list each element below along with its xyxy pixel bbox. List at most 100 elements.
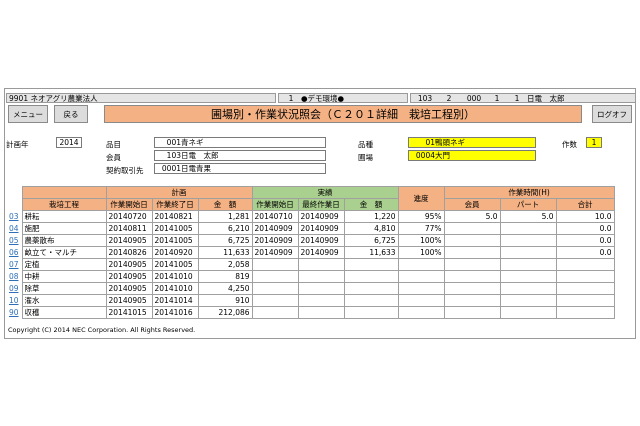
session-code-1: 103 <box>417 93 433 103</box>
member-field[interactable]: 103 日電 太郎 <box>154 150 326 161</box>
session-code-5: 1 <box>514 93 520 103</box>
actual-last-cell: 20140909 <box>297 222 345 235</box>
item-field[interactable]: 001 青ネギ <box>154 137 326 148</box>
process-cell: 収穫 <box>21 306 107 319</box>
member-name: 日電 太郎 <box>181 151 219 160</box>
plan-year-field[interactable]: 2014 <box>56 137 82 148</box>
variety-field[interactable]: 01 鴨頭ネギ <box>408 137 536 148</box>
actual-last-cell <box>297 282 345 295</box>
hours-total-cell <box>555 294 615 307</box>
hours-total-header: 合計 <box>555 198 615 211</box>
plan-end-cell: 20141016 <box>151 306 199 319</box>
hours-member-cell <box>443 306 501 319</box>
contract-field[interactable]: 0001 日電青果 <box>154 163 326 174</box>
item-name: 青ネギ <box>181 138 204 147</box>
actual-amount-cell <box>343 294 399 307</box>
field-label: 圃場 <box>358 153 373 162</box>
hours-part-cell <box>499 246 557 259</box>
environment-name: ●デモ環境● <box>301 93 345 103</box>
hours-total-cell: 0.0 <box>555 234 615 247</box>
process-cell: 定植 <box>21 258 107 271</box>
session-field: 103 2 000 1 1 日電 太郎 <box>410 93 636 103</box>
process-cell: 施肥 <box>21 222 107 235</box>
process-header: 栽培工程 <box>21 198 107 211</box>
plan-amount-header: 金 額 <box>197 198 253 211</box>
plan-start-cell: 20140905 <box>105 294 153 307</box>
member-label: 会員 <box>106 153 121 162</box>
actual-start-cell <box>251 282 299 295</box>
menu-button[interactable]: メニュー <box>8 105 48 123</box>
actual-group-header: 実績 <box>251 186 399 199</box>
plan-start-header: 作業開始日 <box>105 198 153 211</box>
process-number-link[interactable]: 90 <box>6 307 22 319</box>
hours-total-cell: 10.0 <box>555 210 615 223</box>
hours-total-cell <box>555 258 615 271</box>
plan-end-cell: 20140920 <box>151 246 199 259</box>
progress-cell: 100% <box>397 246 445 259</box>
process-number-link[interactable]: 08 <box>6 271 22 283</box>
hours-total-cell <box>555 306 615 319</box>
process-number-link[interactable]: 05 <box>6 235 22 247</box>
process-number-link[interactable]: 10 <box>6 295 22 307</box>
actual-start-cell <box>251 270 299 283</box>
item-code: 001 <box>166 138 181 147</box>
crop-count-label: 作数 <box>562 140 577 149</box>
table-row: 08 中耕 20140905 20141010 819 <box>6 270 615 283</box>
user-name: 日電 太郎 <box>527 93 565 103</box>
plan-end-cell: 20141014 <box>151 294 199 307</box>
actual-amount-cell <box>343 306 399 319</box>
environment-field: 1 ●デモ環境● <box>278 93 408 103</box>
crop-count-field[interactable]: 1 <box>586 137 602 148</box>
process-number-link[interactable]: 06 <box>6 247 22 259</box>
progress-cell <box>397 270 445 283</box>
contract-label: 契約取引先 <box>106 166 144 175</box>
hours-member-cell <box>443 282 501 295</box>
plan-year-label: 計画年 <box>6 140 29 149</box>
variety-label: 品種 <box>358 140 373 149</box>
hours-member-cell: 5.0 <box>443 210 501 223</box>
plan-start-cell: 20140905 <box>105 234 153 247</box>
back-button[interactable]: 戻る <box>54 105 88 123</box>
plan-amount-cell: 11,633 <box>197 246 253 259</box>
field-code: 0004 <box>415 151 435 160</box>
hours-part-cell <box>499 270 557 283</box>
process-number-link[interactable]: 04 <box>6 223 22 235</box>
actual-start-cell: 20140909 <box>251 222 299 235</box>
actual-last-cell: 20140909 <box>297 234 345 247</box>
process-number-link[interactable]: 03 <box>6 211 22 223</box>
table-row: 04 施肥 20140811 20141005 6,210 20140909 2014090… <box>6 222 615 235</box>
contract-name: 日電青果 <box>181 164 211 173</box>
actual-amount-header: 金 額 <box>343 198 399 211</box>
plan-amount-cell: 819 <box>197 270 253 283</box>
progress-cell <box>397 258 445 271</box>
process-cell: 畝立て・マルチ <box>21 246 107 259</box>
process-cell: 除草 <box>21 282 107 295</box>
actual-start-cell <box>251 306 299 319</box>
process-table: 計画 実績 進度 作業時間(H) 栽培工程 作業開始日 作業終了日 金 額 作業… <box>6 186 615 319</box>
actual-last-cell <box>297 294 345 307</box>
hours-total-cell <box>555 270 615 283</box>
company-name: ネオアグリ農業法人 <box>30 93 98 103</box>
field-field[interactable]: 0004 大門 <box>408 150 536 161</box>
hours-member-cell <box>443 246 501 259</box>
actual-last-cell <box>297 270 345 283</box>
logoff-button[interactable]: ログオフ <box>592 105 632 123</box>
hours-member-cell <box>443 258 501 271</box>
plan-start-cell: 20140905 <box>105 282 153 295</box>
hours-member-cell <box>443 294 501 307</box>
plan-end-cell: 20141005 <box>151 222 199 235</box>
hours-part-cell <box>499 258 557 271</box>
hours-part-cell <box>499 234 557 247</box>
column-header-row: 栽培工程 作業開始日 作業終了日 金 額 作業開始日 最終作業日 金 額 会員 … <box>6 198 615 211</box>
actual-amount-cell: 1,220 <box>343 210 399 223</box>
group-header-row: 計画 実績 進度 作業時間(H) <box>6 186 615 211</box>
copyright: Copyright (C) 2014 NEC Corporation. All … <box>8 326 196 334</box>
hours-part-cell <box>499 222 557 235</box>
plan-amount-cell: 910 <box>197 294 253 307</box>
hours-total-cell: 0.0 <box>555 222 615 235</box>
process-number-link[interactable]: 07 <box>6 259 22 271</box>
company-code: 9901 <box>9 93 29 103</box>
process-number-link[interactable]: 09 <box>6 283 22 295</box>
actual-amount-cell: 11,633 <box>343 246 399 259</box>
plan-start-cell: 20140905 <box>105 270 153 283</box>
